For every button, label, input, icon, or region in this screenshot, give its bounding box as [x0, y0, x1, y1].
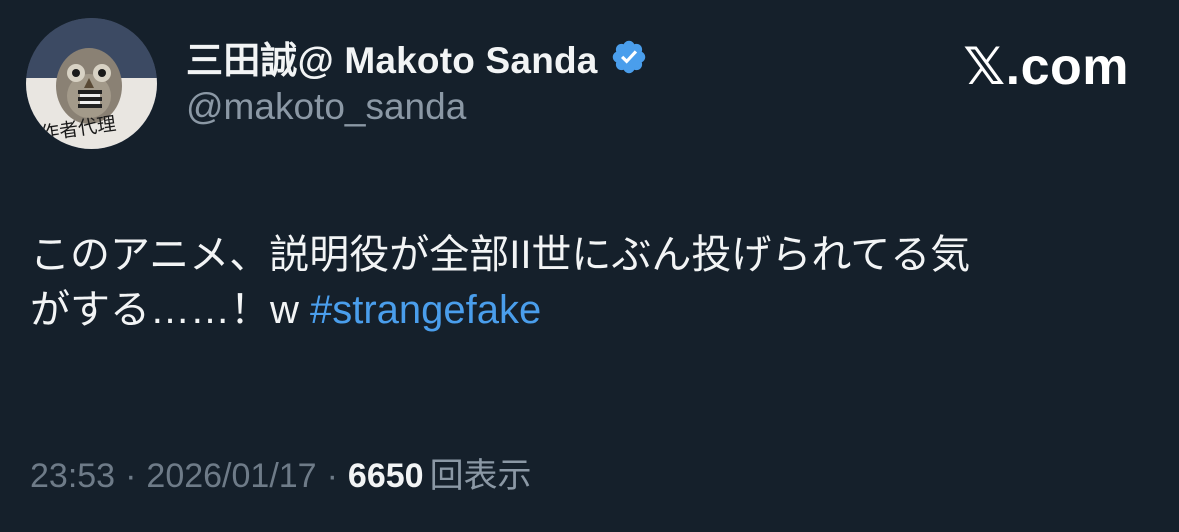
author-handle[interactable]: @makoto_sanda: [186, 86, 466, 128]
tweet-meta: 23:53 · 2026/01/17 · 6650 回表示: [30, 448, 532, 497]
views-label: 回表示: [429, 457, 532, 495]
tweet-line-2: がする……！w #strangefake: [30, 283, 1160, 338]
display-name[interactable]: 三田誠@ Makoto Sanda: [186, 30, 598, 84]
avatar[interactable]: 作者代理: [26, 18, 157, 149]
meta-separator: ·: [125, 457, 137, 495]
tweet-date[interactable]: 2026/01/17: [146, 457, 316, 496]
x-logo-brand: 𝕏.com: [963, 38, 1129, 96]
tweet-time[interactable]: 23:53: [30, 457, 115, 496]
tweet-line-1: このアニメ、説明役が全部II世にぶん投げられてる気: [30, 233, 971, 277]
tweet-line-2-text: がする……！w: [30, 288, 310, 332]
hashtag-link[interactable]: #strangefake: [310, 288, 541, 332]
tweet-text: このアニメ、説明役が全部II世にぶん投げられてる気 がする……！w #stran…: [30, 228, 1160, 338]
meta-separator: ·: [326, 457, 338, 495]
tweet-card: 作者代理 三田誠@ Makoto Sanda @makoto_sanda 𝕏.c…: [0, 0, 1179, 532]
views-count: 6650: [347, 457, 424, 495]
verified-badge-icon: [610, 38, 648, 76]
author-name-row: 三田誠@ Makoto Sanda: [186, 34, 648, 81]
